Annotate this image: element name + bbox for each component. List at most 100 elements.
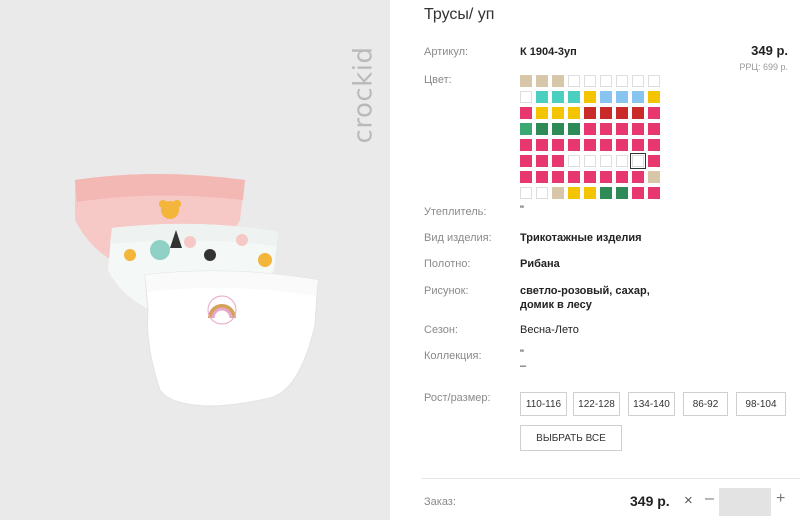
color-swatch[interactable] [632,107,644,119]
color-swatch[interactable] [520,187,532,199]
select-all-button[interactable]: ВЫБРАТЬ ВСЕ [520,425,622,451]
color-swatch[interactable] [616,123,628,135]
color-swatch[interactable] [648,187,660,199]
product-gallery[interactable]: crockid [0,0,390,520]
color-swatch[interactable] [520,123,532,135]
color-swatch[interactable] [552,75,564,87]
season-value: Весна-Лето [520,324,579,336]
rrp-price: РРЦ: 699 р. [739,62,788,72]
color-swatch[interactable] [568,75,580,87]
color-swatch[interactable] [648,171,660,183]
decrease-quantity-button[interactable]: – [705,490,714,508]
color-swatch[interactable] [584,91,596,103]
price: 349 р. [751,43,788,58]
color-swatch[interactable] [536,75,548,87]
color-swatch[interactable] [536,171,548,183]
size-button-134-140[interactable]: 134-140 [628,392,675,416]
color-swatch[interactable] [648,123,660,135]
color-swatch[interactable] [632,139,644,151]
size-button-98-104[interactable]: 98-104 [736,392,786,416]
color-swatch[interactable] [648,139,660,151]
color-swatch[interactable] [520,107,532,119]
divider [422,478,800,479]
color-swatch[interactable] [600,139,612,151]
color-swatch[interactable] [520,91,532,103]
insulation-label: Утеплитель: [424,206,487,218]
color-swatch[interactable] [648,75,660,87]
color-swatch[interactable] [552,139,564,151]
color-swatch[interactable] [536,107,548,119]
color-swatch[interactable] [600,123,612,135]
color-swatch[interactable] [584,187,596,199]
color-swatch[interactable] [600,107,612,119]
color-swatch[interactable] [568,139,580,151]
color-swatch[interactable] [648,155,660,167]
color-swatch[interactable] [616,139,628,151]
color-swatch[interactable] [632,75,644,87]
color-swatch[interactable] [552,187,564,199]
collection-value-line2: – [520,360,527,372]
color-swatch[interactable] [616,171,628,183]
collection-label: Коллекция: [424,350,482,362]
color-swatch[interactable] [520,75,532,87]
color-swatch[interactable] [536,187,548,199]
quantity-input[interactable] [719,488,771,516]
color-swatch[interactable] [584,75,596,87]
color-swatch[interactable] [552,155,564,167]
color-swatch[interactable] [568,171,580,183]
color-swatch[interactable] [520,155,532,167]
color-swatch[interactable] [632,123,644,135]
color-swatch[interactable] [616,187,628,199]
color-swatch[interactable] [584,171,596,183]
color-swatch[interactable] [584,107,596,119]
color-swatch[interactable] [600,75,612,87]
color-swatch[interactable] [600,91,612,103]
color-swatch[interactable] [568,107,580,119]
size-label: Рост/размер: [424,392,491,404]
color-swatch[interactable] [584,123,596,135]
color-swatch[interactable] [536,123,548,135]
product-title: Трусы/ уп [424,6,495,23]
color-swatch[interactable] [568,187,580,199]
fabric-value: Рибана [520,258,560,270]
color-swatch[interactable] [600,187,612,199]
size-button-86-92[interactable]: 86-92 [683,392,728,416]
color-swatch[interactable] [536,155,548,167]
pattern-value-line2: домик в лесу [520,299,592,311]
color-swatch[interactable] [568,91,580,103]
increase-quantity-button[interactable]: + [776,490,785,508]
color-swatch[interactable] [552,107,564,119]
color-swatch[interactable] [616,91,628,103]
color-swatch[interactable] [584,139,596,151]
color-swatch[interactable] [600,171,612,183]
color-swatch[interactable] [520,139,532,151]
color-swatch-grid [520,75,660,199]
color-swatch[interactable] [600,155,612,167]
article-label: Артикул: [424,46,469,58]
color-swatch[interactable] [552,123,564,135]
color-swatch[interactable] [632,91,644,103]
size-button-110-116[interactable]: 110-116 [520,392,567,416]
season-label: Сезон: [424,324,458,336]
color-swatch[interactable] [552,91,564,103]
color-swatch[interactable] [616,155,628,167]
color-swatch[interactable] [616,107,628,119]
color-swatch[interactable] [536,139,548,151]
color-swatch[interactable] [568,155,580,167]
color-swatch[interactable] [648,91,660,103]
brand-logo: crockid [348,46,378,144]
close-icon[interactable]: × [684,492,693,509]
color-swatch[interactable] [630,153,646,169]
color-swatch[interactable] [632,171,644,183]
color-swatch[interactable] [568,123,580,135]
pattern-value-line1: светло-розовый, сахар, [520,285,650,297]
color-swatch[interactable] [520,171,532,183]
color-swatch[interactable] [616,75,628,87]
color-swatch[interactable] [552,171,564,183]
color-swatch[interactable] [632,187,644,199]
fabric-label: Полотно: [424,258,471,270]
color-swatch[interactable] [584,155,596,167]
color-swatch[interactable] [648,107,660,119]
size-button-122-128[interactable]: 122-128 [573,392,620,416]
color-swatch[interactable] [536,91,548,103]
